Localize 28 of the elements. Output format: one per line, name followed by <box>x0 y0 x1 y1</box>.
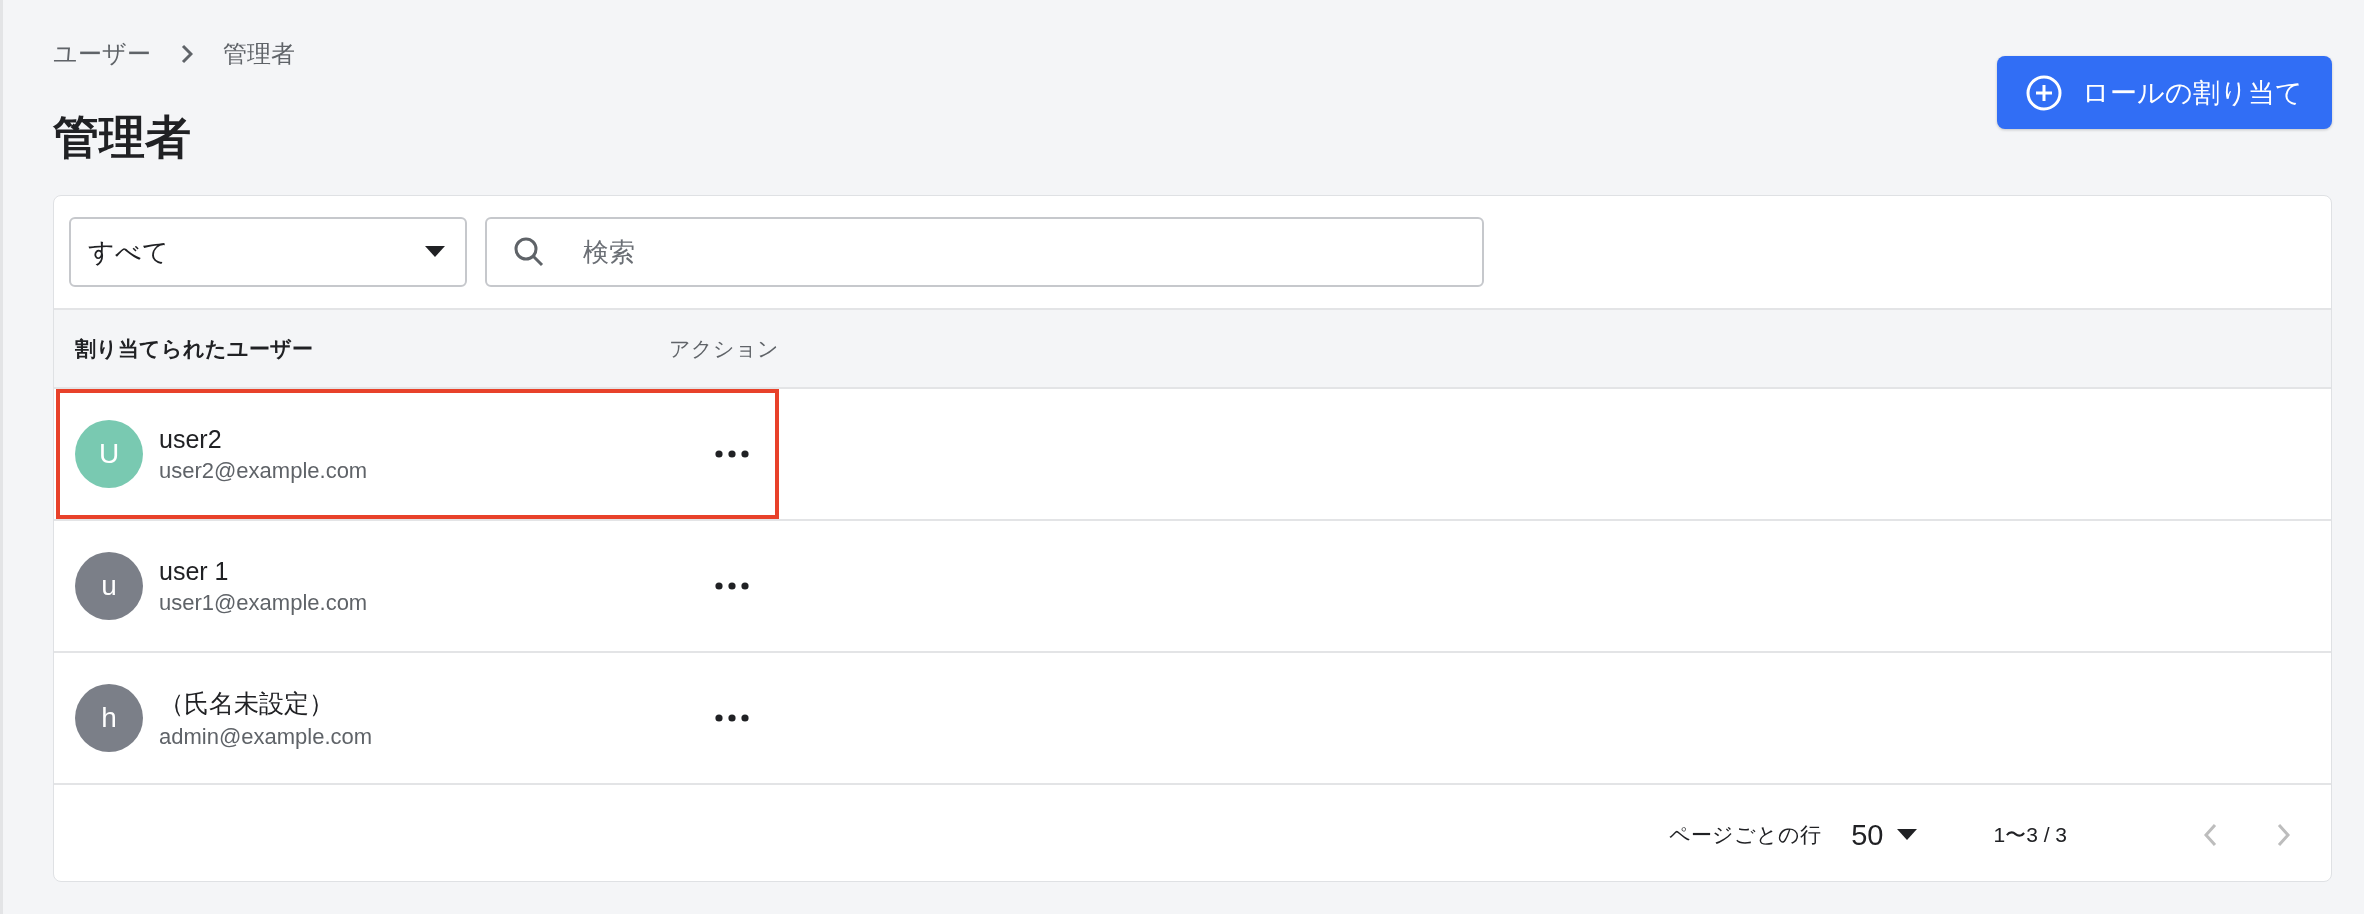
plus-circle-icon <box>2026 74 2062 111</box>
more-icon[interactable] <box>715 582 749 591</box>
user-email: admin@example.com <box>159 723 373 750</box>
rows-per-page-label: ページごとの行 <box>1669 822 1822 849</box>
avatar: u <box>75 552 143 621</box>
dropdown-caret-icon <box>1897 829 1918 842</box>
user-name: user 1 <box>159 556 230 586</box>
avatar: h <box>75 684 143 753</box>
dropdown-caret-icon <box>425 246 445 259</box>
search-icon <box>513 236 545 269</box>
breadcrumb-item[interactable]: ユーザー <box>53 38 151 70</box>
page-range: 1〜3 / 3 <box>1993 822 2067 849</box>
more-icon[interactable] <box>715 450 749 459</box>
rows-per-page-dropdown[interactable]: 50 <box>1851 818 1918 852</box>
column-header: 割り当てられたユーザー <box>74 335 314 362</box>
chevron-right-icon <box>181 44 193 64</box>
column-header: アクション <box>669 335 779 362</box>
assign-role-button[interactable]: ロールの割り当て <box>1997 56 2332 129</box>
user-email: user2@example.com <box>159 457 368 484</box>
search-field[interactable]: 検索 <box>485 217 1484 288</box>
avatar: U <box>75 420 143 489</box>
user-name: （氏名未設定） <box>159 687 335 719</box>
page-title: 管理者 <box>53 110 192 165</box>
breadcrumb-item: 管理者 <box>223 39 295 69</box>
user-email: user1@example.com <box>159 589 368 616</box>
filter-dropdown[interactable]: すべて <box>69 217 467 288</box>
more-icon[interactable] <box>715 714 749 723</box>
user-name: user2 <box>159 424 223 454</box>
